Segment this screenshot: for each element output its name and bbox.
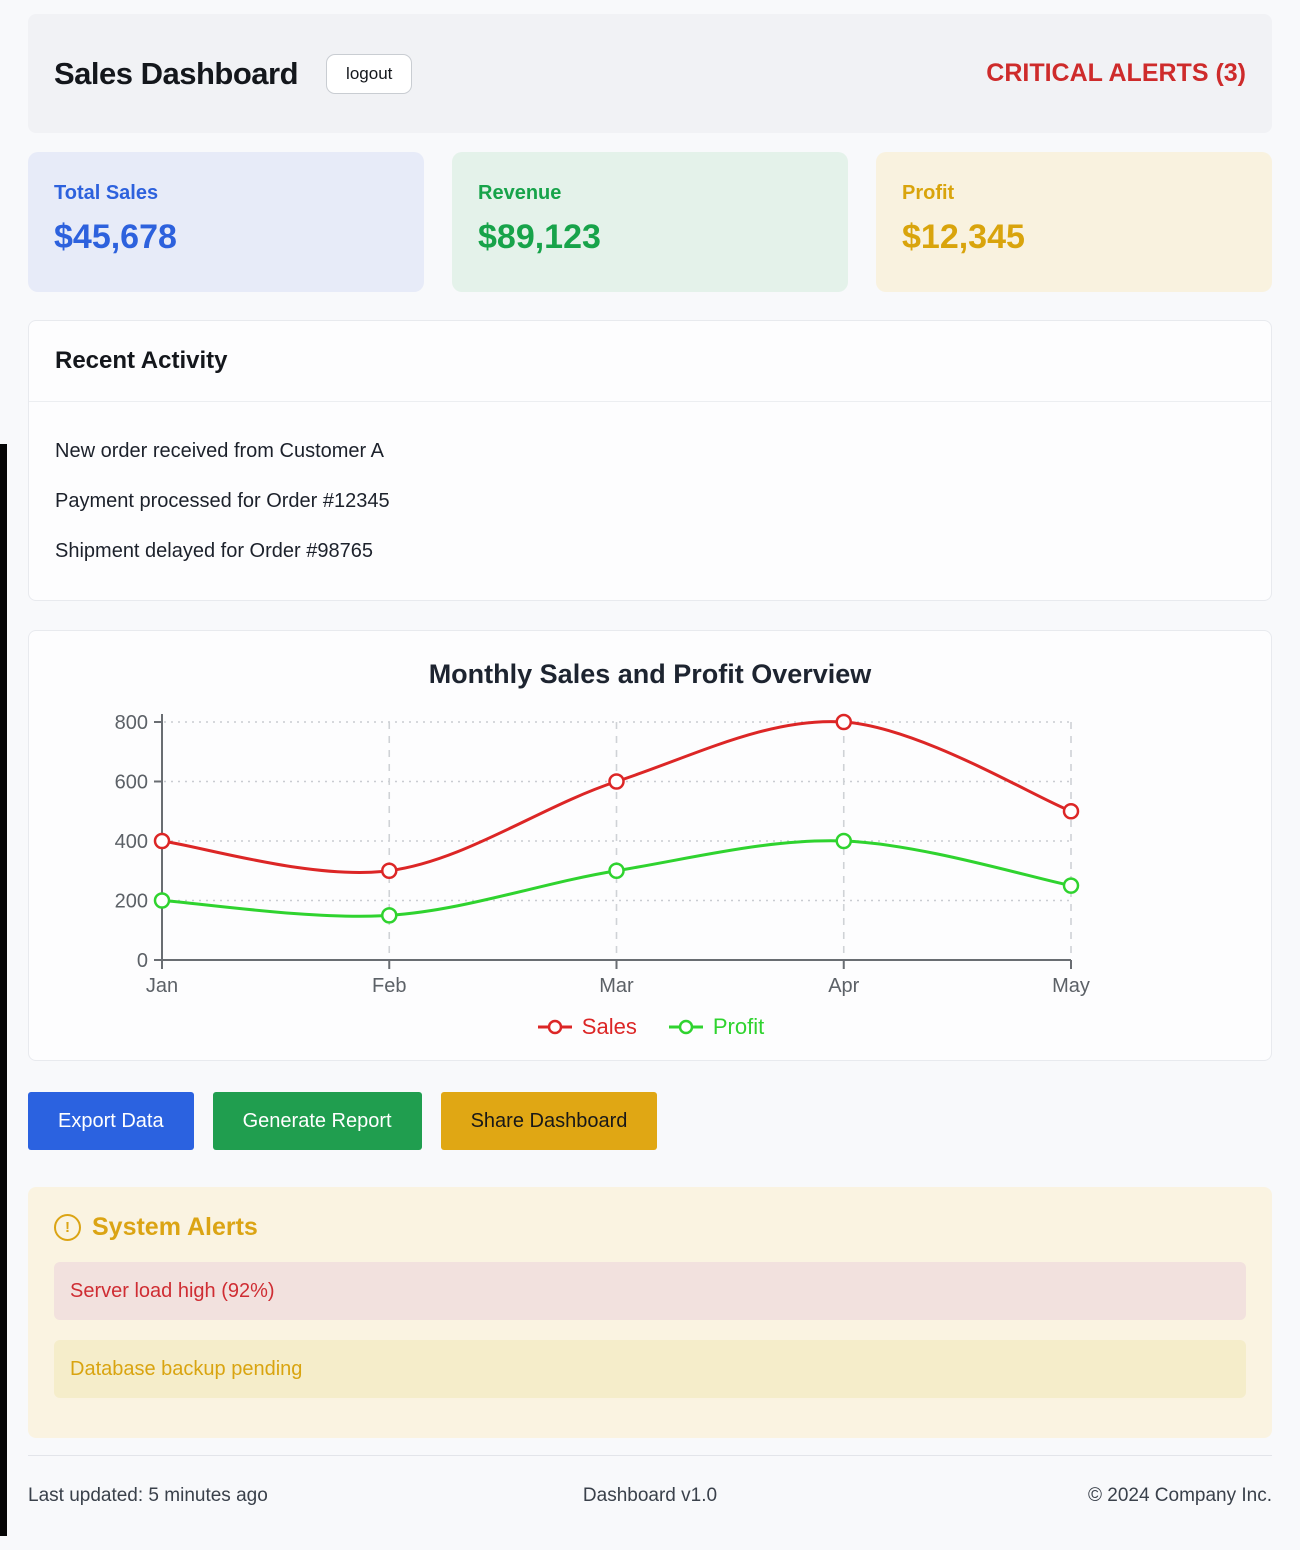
export-data-button[interactable]: Export Data — [28, 1092, 194, 1150]
system-alerts-title: System Alerts — [92, 1213, 258, 1242]
warning-circle-icon: ! — [54, 1214, 81, 1241]
last-updated-text: Last updated: 5 minutes ago — [28, 1485, 443, 1507]
stat-value: $89,123 — [478, 218, 822, 257]
action-buttons-row: Export Data Generate Report Share Dashbo… — [28, 1092, 1272, 1150]
legend-marker-icon — [667, 1019, 705, 1035]
profit-data-point — [155, 894, 169, 908]
system-alerts-panel: ! System Alerts Server load high (92%) D… — [28, 1187, 1272, 1438]
x-tick-label: Feb — [372, 975, 406, 997]
y-tick-label: 800 — [115, 712, 148, 734]
logout-button[interactable]: logout — [326, 54, 412, 94]
x-tick-label: Jan — [146, 975, 178, 997]
stat-value: $12,345 — [902, 218, 1246, 257]
alert-server-load: Server load high (92%) — [54, 1262, 1246, 1320]
chart-title: Monthly Sales and Profit Overview — [29, 659, 1271, 690]
chart-card: Monthly Sales and Profit Overview 0 200 40… — [28, 630, 1272, 1061]
stat-label: Total Sales — [54, 182, 398, 205]
list-item: Shipment delayed for Order #98765 — [55, 526, 1245, 576]
critical-alerts-text: CRITICAL ALERTS (3) — [986, 59, 1246, 88]
stat-value: $45,678 — [54, 218, 398, 257]
x-tick-label: May — [1052, 975, 1090, 997]
profit-data-point — [837, 834, 851, 848]
profit-data-point — [382, 908, 396, 922]
sales-data-point — [382, 864, 396, 878]
stat-card-profit: Profit $12,345 — [876, 152, 1272, 292]
list-item: New order received from Customer A — [55, 426, 1245, 476]
stat-card-revenue: Revenue $89,123 — [452, 152, 848, 292]
dashboard-page: Sales Dashboard logout CRITICAL ALERTS (… — [0, 14, 1300, 1537]
page-title: Sales Dashboard — [54, 56, 298, 92]
chart-legend: Sales Profit — [29, 1014, 1271, 1040]
profit-data-point — [610, 864, 624, 878]
share-dashboard-button[interactable]: Share Dashboard — [441, 1092, 658, 1150]
recent-activity-list: New order received from Customer A Payme… — [29, 402, 1271, 600]
alert-database-backup: Database backup pending — [54, 1340, 1246, 1398]
y-tick-label: 200 — [115, 891, 148, 913]
system-alerts-header: ! System Alerts — [54, 1213, 1246, 1242]
sales-data-point — [155, 834, 169, 848]
sales-data-point — [1064, 804, 1078, 818]
legend-label: Profit — [713, 1014, 764, 1040]
x-tick-label: Apr — [828, 975, 859, 997]
stat-label: Profit — [902, 182, 1246, 205]
sales-profit-line-chart: 0 200 400 600 800 Jan Feb Mar Apr May — [29, 700, 1271, 1000]
stat-card-total-sales: Total Sales $45,678 — [28, 152, 424, 292]
y-tick-label: 400 — [115, 831, 148, 853]
stats-row: Total Sales $45,678 Revenue $89,123 Prof… — [28, 152, 1272, 292]
copyright-text: © 2024 Company Inc. — [857, 1485, 1272, 1507]
footer: Last updated: 5 minutes ago Dashboard v1… — [28, 1455, 1272, 1537]
list-item: Payment processed for Order #12345 — [55, 476, 1245, 526]
legend-item-sales: Sales — [536, 1014, 637, 1040]
legend-label: Sales — [582, 1014, 637, 1040]
left-edge-artifact — [0, 444, 7, 1536]
legend-item-profit: Profit — [667, 1014, 764, 1040]
stat-label: Revenue — [478, 182, 822, 205]
header: Sales Dashboard logout CRITICAL ALERTS (… — [28, 14, 1272, 133]
recent-activity-header: Recent Activity — [29, 321, 1271, 402]
sales-data-point — [837, 715, 851, 729]
x-tick-label: Mar — [599, 975, 634, 997]
profit-data-point — [1064, 879, 1078, 893]
sales-data-point — [610, 775, 624, 789]
version-text: Dashboard v1.0 — [443, 1485, 858, 1507]
recent-activity-title: Recent Activity — [55, 347, 1245, 375]
y-tick-label: 600 — [115, 772, 148, 794]
generate-report-button[interactable]: Generate Report — [213, 1092, 422, 1150]
legend-marker-icon — [536, 1019, 574, 1035]
recent-activity-card: Recent Activity New order received from … — [28, 320, 1272, 601]
y-tick-label: 0 — [137, 950, 148, 972]
